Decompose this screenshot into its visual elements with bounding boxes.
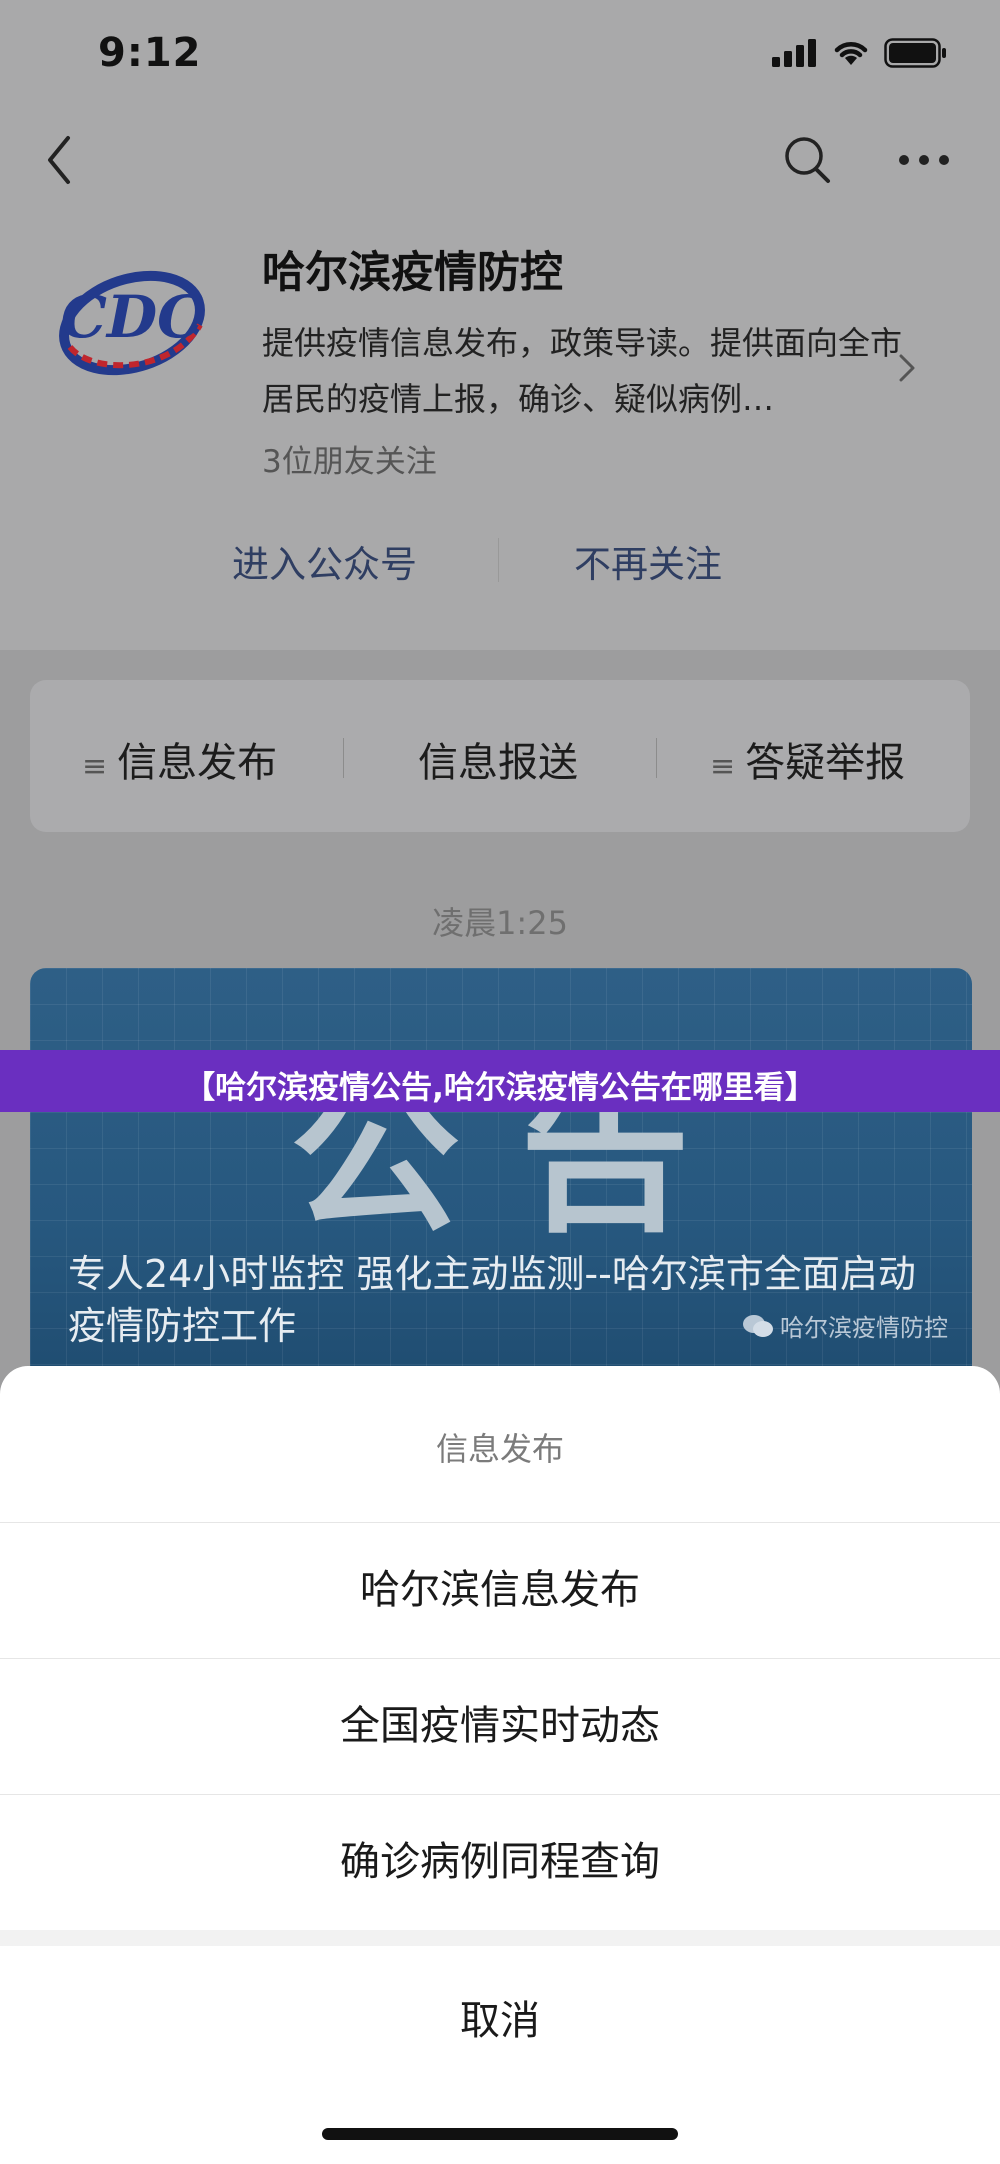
cancel-button[interactable]: 取消	[0, 1946, 1000, 2096]
menu-item-label: 信息报送	[418, 740, 578, 786]
title-banner: 【哈尔滨疫情公告,哈尔滨疫情公告在哪里看】	[0, 1050, 1000, 1112]
account-name: 哈尔滨疫情防控	[262, 248, 563, 298]
wechat-icon	[743, 1314, 773, 1337]
watermark-text: 哈尔滨疫情防控	[780, 1314, 948, 1342]
cover-watermark: 哈尔滨疫情防控	[742, 1308, 948, 1343]
menu-item-qa-report[interactable]: ≡ 答疑举报	[710, 730, 905, 788]
list-icon: ≡	[82, 749, 108, 784]
menu-divider	[343, 738, 344, 778]
menu-item-info-report[interactable]: 信息报送	[418, 730, 578, 788]
account-description[interactable]: 提供疫情信息发布，政策导读。提供面向全市居民的疫情上报，确诊、疑似病例…	[262, 315, 902, 427]
option-national-dynamics[interactable]: 全国疫情实时动态	[0, 1658, 1000, 1793]
menu-item-label: 信息发布	[117, 740, 278, 786]
back-arrow-icon[interactable]	[40, 130, 80, 190]
battery-icon	[884, 38, 946, 68]
top-nav	[0, 120, 1000, 200]
account-action-row: 进入公众号 不再关注	[0, 520, 1000, 600]
logo-text: CDC	[61, 283, 204, 351]
menu-bar: ≡ 信息发布 信息报送 ≡ 答疑举报	[30, 680, 970, 832]
status-time: 9:12	[98, 30, 202, 76]
action-sheet-title: 信息发布	[435, 1430, 564, 1468]
cdc-logo: CDC	[59, 270, 205, 376]
more-options-icon[interactable]	[898, 150, 950, 170]
sheet-separator	[0, 1930, 1000, 1946]
action-sheet: 信息发布 哈尔滨信息发布 全国疫情实时动态 确诊病例同程查询 取消	[0, 1366, 1000, 2164]
option-harbin-info[interactable]: 哈尔滨信息发布	[0, 1522, 1000, 1657]
search-icon[interactable]	[782, 130, 834, 190]
unfollow-button[interactable]: 不再关注	[574, 534, 722, 588]
status-bar: 9:12	[0, 0, 1000, 110]
message-timestamp: 凌晨1:25	[432, 904, 568, 942]
chevron-right-icon[interactable]	[895, 350, 919, 386]
menu-item-info-release[interactable]: ≡ 信息发布	[82, 730, 277, 788]
menu-divider	[656, 738, 657, 778]
banner-text: 【哈尔滨疫情公告,哈尔滨疫情公告在哪里看】	[184, 1070, 816, 1106]
list-icon: ≡	[710, 749, 736, 784]
menu-item-label: 答疑举报	[745, 740, 906, 786]
status-icons	[772, 38, 948, 68]
enter-account-button[interactable]: 进入公众号	[232, 534, 417, 588]
article-card[interactable]: 公告 专人24小时监控 强化主动监测--哈尔滨市全面启动疫情防控工作 哈尔滨疫情…	[30, 968, 972, 1388]
cellular-signal-icon	[772, 39, 816, 67]
action-divider	[498, 538, 499, 582]
option-case-trip-query[interactable]: 确诊病例同程查询	[0, 1794, 1000, 1929]
followers-count: 3位朋友关注	[262, 444, 437, 480]
home-indicator[interactable]	[322, 2128, 678, 2140]
wifi-icon	[834, 42, 868, 65]
